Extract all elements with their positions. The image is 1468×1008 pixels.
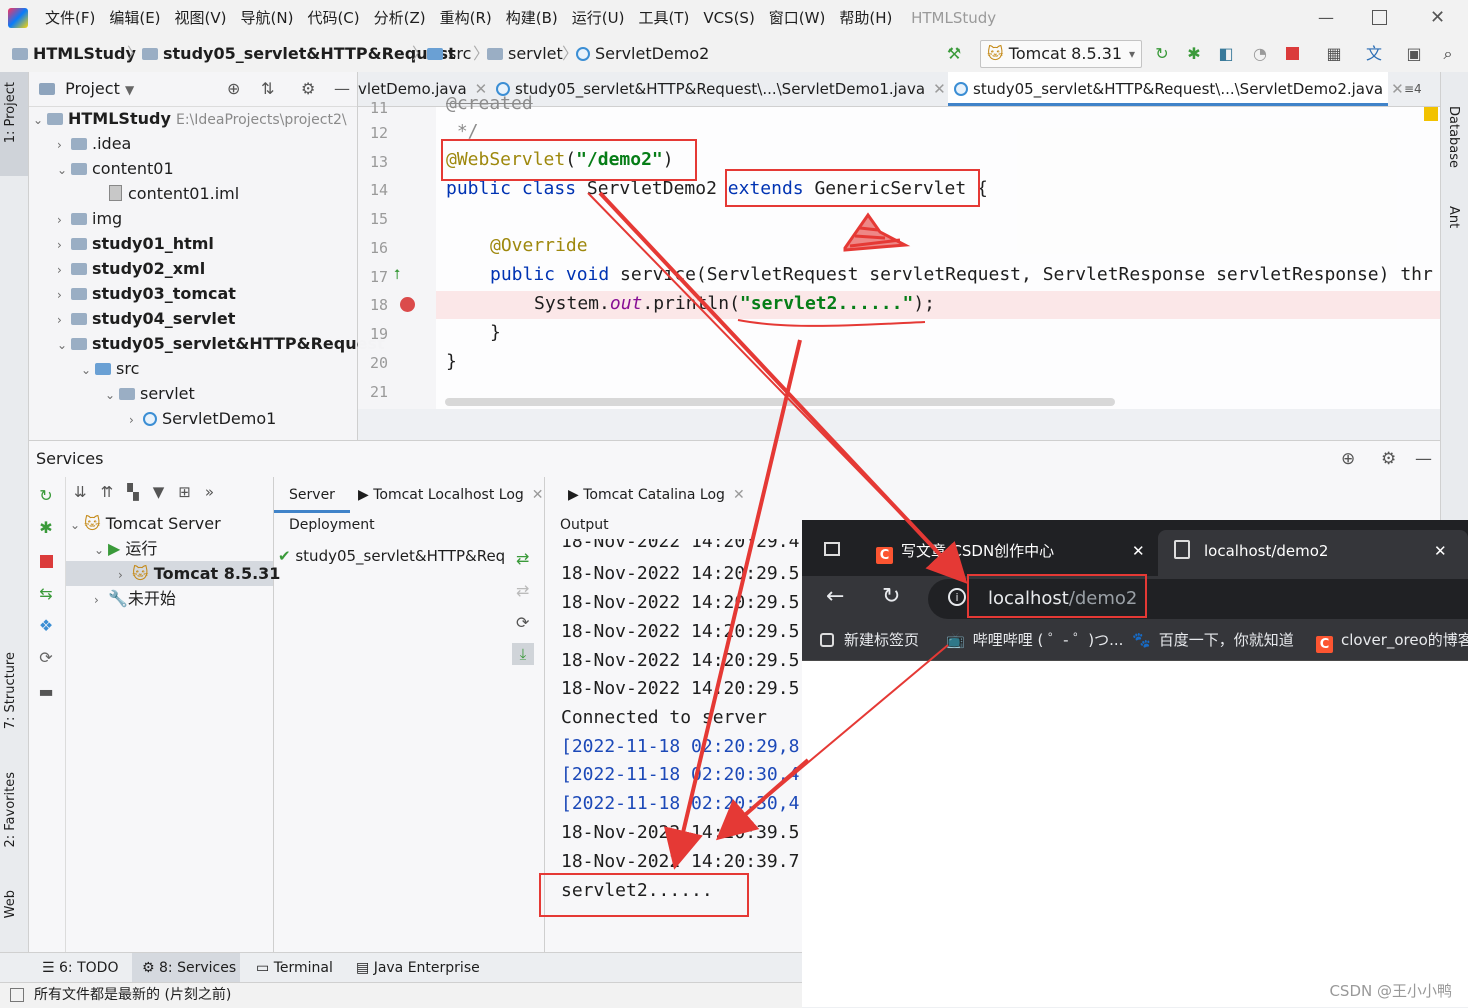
annotation-arrow-head-url xyxy=(598,191,968,584)
annotation-arrow-url-to-output xyxy=(715,758,810,841)
annotation-overlay xyxy=(587,191,968,870)
watermark: CSDN @王小小鸭 xyxy=(1329,982,1452,1000)
annotation-scribble xyxy=(843,212,911,252)
annotation-underline xyxy=(737,319,926,327)
